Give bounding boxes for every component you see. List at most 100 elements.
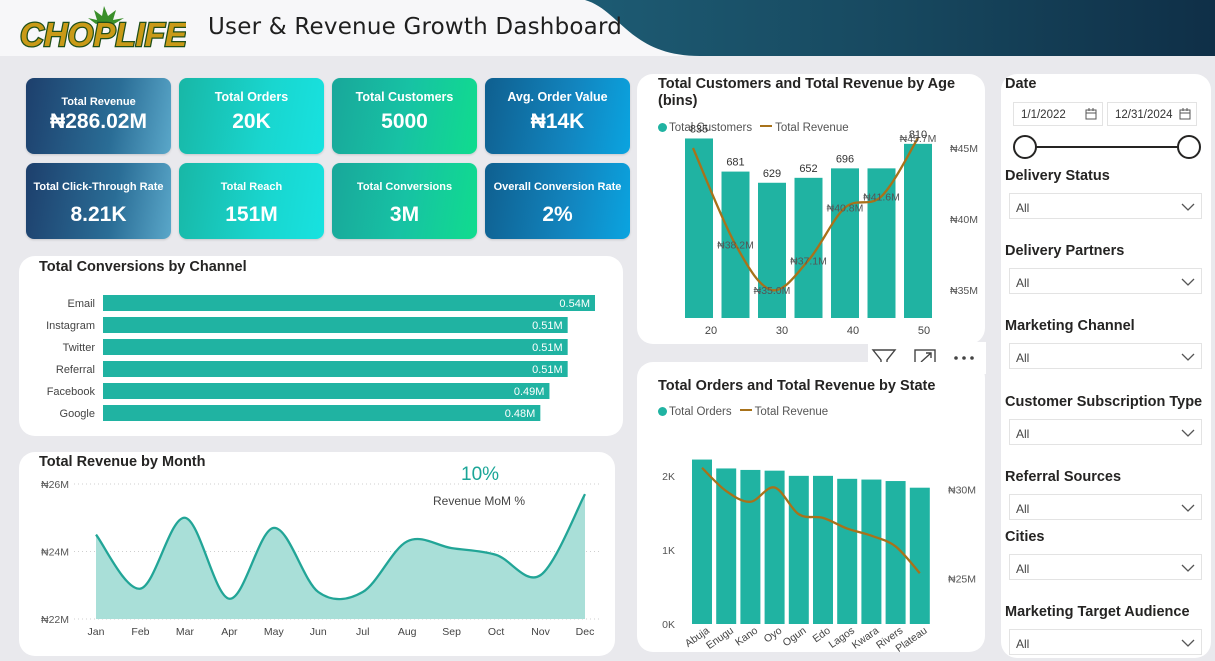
x-tick-label: 50	[918, 325, 930, 337]
kpi-value: 8.21K	[70, 203, 127, 226]
category-label: Twitter	[63, 342, 96, 354]
revenue-data-label: ₦35.0M	[754, 285, 791, 297]
y-tick-label: ₦24M	[41, 547, 69, 559]
end-date-input[interactable]: 12/31/2024	[1107, 102, 1197, 126]
cities-dropdown[interactable]: All	[1009, 554, 1202, 580]
filter-panel: Date 1/1/2022 12/31/2024 Delivery Status…	[1001, 74, 1211, 658]
kpi-total-conversions[interactable]: Total Conversions 3M	[332, 163, 477, 239]
kpi-avg-order-value[interactable]: Avg. Order Value ₦14K	[485, 78, 630, 154]
subscription-type-dropdown[interactable]: All	[1009, 419, 1202, 445]
marketing-channel-dropdown[interactable]: All	[1009, 343, 1202, 369]
chevron-down-icon	[1181, 278, 1195, 286]
kpi-label: Total Reach	[220, 181, 283, 193]
conversions-by-channel-chart[interactable]: Email 0.54M Instagram 0.51M Twitter 0.51M Refe…	[19, 256, 623, 436]
x-tick-label: Mar	[176, 626, 195, 638]
kpi-total-orders[interactable]: Total Orders 20K	[179, 78, 324, 154]
x-tick-label: Dec	[576, 626, 595, 638]
kpi-label: Total Customers	[355, 90, 454, 104]
x-tick-label: Oyo	[762, 625, 785, 646]
more-options-icon[interactable]	[954, 356, 974, 360]
revenue-by-month-chart[interactable]: ₦22M ₦24M ₦26M Jan Feb Mar Apr May Jun Jul Aug Sep O…	[19, 452, 615, 656]
start-date-input[interactable]: 1/1/2022	[1013, 102, 1103, 126]
bar	[758, 182, 786, 318]
x-tick-label: Nov	[531, 626, 550, 638]
dropdown-value: All	[1016, 502, 1030, 516]
conversions-by-channel-card[interactable]: Total Conversions by Channel Email 0.54M I…	[19, 256, 623, 436]
delivery-status-dropdown[interactable]: All	[1009, 193, 1202, 219]
data-label: 0.51M	[532, 342, 563, 354]
orders-revenue-by-state-chart[interactable]: 0K1K2K₦25M₦30MAbujaEnuguKano OyoOgun EdoLa…	[637, 362, 985, 652]
x-tick-label: Jun	[310, 626, 327, 638]
kpi-overall-conversion-rate[interactable]: Overall Conversion Rate 2%	[485, 163, 630, 239]
data-label: 0.48M	[505, 408, 536, 420]
y2-tick-label: ₦35M	[950, 285, 978, 297]
bar	[103, 295, 595, 311]
data-label: 0.49M	[514, 386, 545, 398]
slider-end-handle[interactable]	[1177, 135, 1201, 159]
kpi-total-customers[interactable]: Total Customers 5000	[332, 78, 477, 154]
chevron-down-icon	[1181, 564, 1195, 572]
date-range-slider[interactable]	[1011, 134, 1203, 160]
y2-tick-label: ₦25M	[948, 574, 976, 586]
data-label: 835	[690, 123, 708, 135]
kpi-value: ₦286.02M	[50, 110, 147, 133]
customers-revenue-by-age-chart[interactable]: 835681629 652696810₦38.2M₦35.0M₦37.1M₦40.…	[637, 74, 985, 344]
category-label: Referral	[56, 364, 95, 376]
x-tick-label: 30	[776, 325, 788, 337]
target-audience-dropdown[interactable]: All	[1009, 629, 1202, 655]
data-label: 681	[726, 157, 744, 169]
x-tick-label: Sep	[442, 626, 461, 638]
category-label: Google	[60, 408, 95, 420]
slider-start-handle[interactable]	[1013, 135, 1037, 159]
kpi-label: Total Revenue	[61, 96, 136, 108]
x-tick-label: Aug	[398, 626, 417, 638]
x-tick-label: Kwara	[850, 625, 881, 652]
x-tick-label: 40	[847, 325, 859, 337]
referral-sources-dropdown[interactable]: All	[1009, 494, 1202, 520]
chevron-down-icon	[1181, 639, 1195, 647]
kpi-value: 3M	[389, 203, 420, 226]
choplife-logo: CHOPLIFE	[19, 6, 186, 52]
page-title: User & Revenue Growth Dashboard	[208, 14, 623, 40]
bar	[103, 383, 550, 399]
kpi-value: 151M	[225, 203, 278, 226]
kpi-label: Avg. Order Value	[507, 90, 608, 104]
revenue-data-label: ₦45.7M	[900, 133, 937, 145]
data-label: 652	[799, 163, 817, 175]
subscription-type-label: Customer Subscription Type	[1005, 394, 1203, 410]
kpi-label: Total Conversions	[356, 181, 453, 193]
orders-revenue-by-state-card[interactable]: Total Orders and Total Revenue by State …	[637, 362, 985, 652]
data-label: 0.51M	[532, 320, 563, 332]
data-label: 696	[836, 153, 854, 165]
y-tick-label: ₦22M	[41, 614, 69, 626]
kpi-label: Overall Conversion Rate	[493, 181, 622, 193]
logo-text: CHOPLIFE	[20, 16, 186, 52]
y-tick-label: 0K	[662, 619, 675, 631]
revenue-by-month-card[interactable]: Total Revenue by Month 10% Revenue MoM %…	[19, 452, 615, 656]
category-label: Email	[67, 298, 95, 310]
revenue-data-label: ₦41.6M	[863, 191, 900, 203]
bar	[103, 361, 568, 377]
bar	[740, 469, 761, 624]
bar	[831, 168, 859, 318]
category-label: Facebook	[47, 386, 96, 398]
kpi-label: Total Orders	[214, 90, 289, 104]
calendar-icon[interactable]	[1085, 108, 1097, 120]
chevron-down-icon	[1181, 353, 1195, 361]
kpi-total-reach[interactable]: Total Reach 151M	[179, 163, 324, 239]
calendar-icon[interactable]	[1179, 108, 1191, 120]
dropdown-value: All	[1016, 276, 1030, 290]
kpi-click-through-rate[interactable]: Total Click-Through Rate 8.21K	[26, 163, 171, 239]
revenue-data-label: ₦37.1M	[790, 255, 827, 267]
kpi-value: ₦14K	[530, 110, 585, 133]
dropdown-value: All	[1016, 562, 1030, 576]
bar	[904, 143, 932, 318]
y2-tick-label: ₦45M	[950, 143, 978, 155]
customers-revenue-by-age-card[interactable]: Total Customers and Total Revenue by Age…	[637, 74, 985, 344]
kpi-total-revenue[interactable]: Total Revenue ₦286.02M	[26, 78, 171, 154]
x-tick-label: Jul	[356, 626, 369, 638]
bar	[103, 339, 568, 355]
delivery-partners-dropdown[interactable]: All	[1009, 268, 1202, 294]
kpi-value: 5000	[381, 110, 428, 133]
x-tick-label: Jan	[88, 626, 105, 638]
